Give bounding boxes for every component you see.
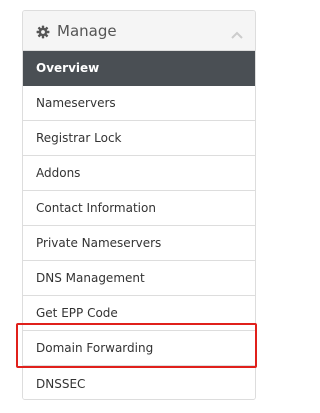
menu-item-label: Registrar Lock bbox=[36, 131, 122, 145]
menu-item-domain-forwarding[interactable]: Domain Forwarding bbox=[23, 331, 255, 366]
menu-item-label: Get EPP Code bbox=[36, 306, 118, 320]
gear-icon bbox=[36, 24, 50, 38]
menu-item-label: Domain Forwarding bbox=[36, 341, 154, 355]
menu-item-label: Contact Information bbox=[36, 201, 156, 215]
menu-item-label: Addons bbox=[36, 166, 81, 180]
menu-item-contact-information[interactable]: Contact Information bbox=[23, 191, 255, 226]
panel-title: Manage bbox=[57, 21, 117, 40]
menu-item-label: Overview bbox=[36, 61, 100, 75]
menu-item-label: DNS Management bbox=[36, 271, 145, 285]
menu-item-label: DNSSEC bbox=[36, 376, 86, 391]
manage-panel: Manage Overview Nameservers Registrar Lo… bbox=[22, 10, 256, 400]
menu-item-get-epp-code[interactable]: Get EPP Code bbox=[23, 296, 255, 331]
menu-item-dnssec[interactable]: DNSSEC bbox=[23, 366, 255, 399]
menu-item-registrar-lock[interactable]: Registrar Lock bbox=[23, 121, 255, 156]
chevron-up-icon[interactable] bbox=[231, 24, 243, 39]
menu-item-label: Private Nameservers bbox=[36, 236, 162, 250]
menu-item-label: Nameservers bbox=[36, 96, 116, 110]
panel-header[interactable]: Manage bbox=[23, 11, 255, 51]
menu-item-private-nameservers[interactable]: Private Nameservers bbox=[23, 226, 255, 261]
menu-item-nameservers[interactable]: Nameservers bbox=[23, 86, 255, 121]
menu-item-overview[interactable]: Overview bbox=[23, 51, 255, 86]
menu-item-dns-management[interactable]: DNS Management bbox=[23, 261, 255, 296]
menu-item-addons[interactable]: Addons bbox=[23, 156, 255, 191]
